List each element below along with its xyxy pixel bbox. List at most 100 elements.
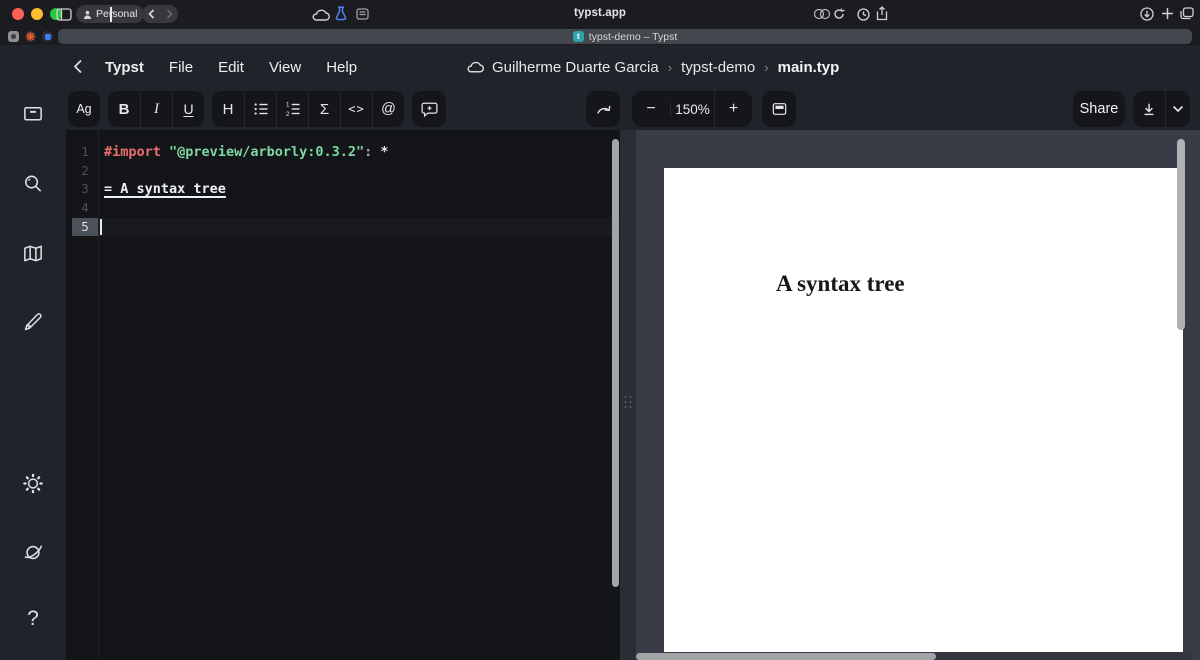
editor-toolbar: Ag B I U H 12 Σ <> @ − 150% + Share: [66, 89, 1200, 130]
menu-typst[interactable]: Typst: [105, 59, 144, 76]
breadcrumb-separator: ›: [764, 59, 769, 75]
files-icon[interactable]: [22, 102, 45, 125]
text-style-button[interactable]: Ag: [68, 91, 100, 127]
zoom-out-button[interactable]: −: [632, 91, 670, 127]
address-bar-url[interactable]: typst.app: [0, 7, 1200, 19]
token-string: "@preview/arborly:0.3.2": [169, 144, 365, 160]
numbered-list-button[interactable]: 12: [276, 91, 308, 127]
typst-app: ? Typst File Edit View Help Guilherme Du…: [0, 45, 1200, 660]
bullet-list-icon: [254, 103, 268, 115]
help-icon[interactable]: ?: [27, 607, 39, 631]
code-line[interactable]: 5: [66, 217, 620, 237]
app-menubar: Typst File Edit View Help Guilherme Duar…: [66, 45, 1200, 89]
typst-favicon: t: [572, 31, 584, 42]
cloud-sync-icon: [466, 61, 484, 73]
line-content[interactable]: #import "@preview/arborly:0.3.2": *: [98, 143, 620, 162]
export-group: [1133, 91, 1190, 127]
pinned-tab-3-icon: [44, 33, 51, 40]
app-sidebar: ?: [0, 45, 66, 660]
preview-horizontal-scrollbar[interactable]: [636, 653, 936, 660]
code-button[interactable]: <>: [340, 91, 372, 127]
tab-overview-icon[interactable]: [1180, 7, 1194, 20]
fit-page-button[interactable]: [762, 91, 796, 127]
line-number: 1: [81, 144, 89, 159]
share-button[interactable]: Share: [1073, 91, 1125, 127]
line-content[interactable]: = A syntax tree: [98, 180, 620, 199]
reload-icon[interactable]: [833, 8, 845, 20]
window-titlebar: Personal ⌄ typst.app: [0, 0, 1200, 28]
packages-map-icon[interactable]: [22, 242, 45, 265]
code-line[interactable]: 4: [66, 199, 620, 218]
breadcrumb-file[interactable]: main.typ: [778, 59, 840, 76]
pinned-tab-2-icon: [26, 32, 35, 41]
numbered-list-icon: 12: [285, 102, 300, 118]
svg-text:2: 2: [285, 111, 289, 118]
drag-handle-icon: [624, 396, 632, 408]
insert-group: H 12 Σ <> @: [212, 91, 404, 127]
redo-button[interactable]: [586, 91, 620, 127]
line-content[interactable]: [98, 162, 620, 181]
zoom-in-button[interactable]: +: [714, 91, 752, 127]
breadcrumb-project[interactable]: typst-demo: [681, 59, 755, 76]
line-content[interactable]: [98, 199, 620, 218]
download-icon: [1144, 103, 1154, 115]
zoom-level[interactable]: 150%: [670, 101, 714, 117]
cookie-badge-icon[interactable]: [813, 8, 831, 20]
line-number: 2: [81, 162, 89, 178]
pinned-tab-2[interactable]: [25, 31, 36, 42]
svg-text:1: 1: [285, 102, 289, 109]
redo-icon: [596, 105, 610, 114]
breadcrumb-separator: ›: [667, 59, 673, 75]
share-page-icon[interactable]: [876, 6, 888, 21]
preview-pane[interactable]: A syntax tree: [636, 130, 1200, 660]
preview-vertical-scrollbar[interactable]: [1177, 139, 1185, 330]
back-to-dashboard-icon[interactable]: [73, 59, 83, 74]
chevron-down-icon: [1172, 105, 1183, 113]
code-line[interactable]: 3 = A syntax tree: [66, 180, 620, 199]
editor-scrollbar[interactable]: [612, 139, 619, 587]
app-main: Typst File Edit View Help Guilherme Duar…: [66, 45, 1200, 660]
token-op: *: [380, 144, 389, 160]
reference-button[interactable]: @: [372, 91, 404, 127]
new-tab-icon[interactable]: [1161, 7, 1174, 20]
pen-icon[interactable]: [22, 311, 44, 333]
document-heading: A syntax tree: [776, 271, 905, 296]
format-group: B I U: [108, 91, 204, 127]
menu-edit[interactable]: Edit: [218, 59, 244, 76]
download-button[interactable]: [1134, 91, 1165, 127]
underline-button[interactable]: U: [172, 91, 204, 127]
bold-button[interactable]: B: [108, 91, 140, 127]
page-layout-icon: [772, 103, 786, 115]
planet-icon[interactable]: [22, 541, 45, 564]
downloads-icon[interactable]: [1140, 7, 1154, 21]
heading-button[interactable]: H: [212, 91, 244, 127]
code-line[interactable]: 2: [66, 162, 620, 181]
math-button[interactable]: Σ: [308, 91, 340, 127]
export-menu-button[interactable]: [1164, 91, 1190, 127]
text-caret: [99, 219, 102, 235]
search-icon[interactable]: [22, 172, 45, 195]
pane-resizer[interactable]: [620, 130, 636, 660]
active-tab[interactable]: t typst-demo – Typst: [58, 29, 1192, 44]
comment-plus-icon: [421, 102, 437, 118]
pinned-tab-1[interactable]: [8, 31, 19, 42]
menu-file[interactable]: File: [169, 59, 193, 76]
tab-title: typst-demo – Typst: [588, 30, 678, 43]
line-number: 5: [72, 217, 98, 237]
menu-help[interactable]: Help: [326, 59, 357, 76]
code-line[interactable]: 1 #import "@preview/arborly:0.3.2": *: [66, 143, 620, 162]
italic-button[interactable]: I: [140, 91, 172, 127]
token-heading: = A syntax tree: [104, 181, 226, 198]
breadcrumb-account[interactable]: Guilherme Duarte Garcia: [492, 59, 659, 76]
comment-button[interactable]: [412, 91, 446, 127]
pinned-tab-1-icon: [11, 34, 16, 39]
history-clock-icon[interactable]: [857, 8, 870, 21]
code-editor[interactable]: 1 #import "@preview/arborly:0.3.2": * 2 3 = …: [66, 130, 620, 660]
bullet-list-button[interactable]: [244, 91, 276, 127]
line-content[interactable]: [98, 218, 620, 237]
menu-view[interactable]: View: [269, 59, 301, 76]
settings-gear-icon[interactable]: [22, 472, 45, 495]
line-number: 4: [81, 200, 89, 216]
pinned-tab-3[interactable]: [42, 31, 53, 42]
